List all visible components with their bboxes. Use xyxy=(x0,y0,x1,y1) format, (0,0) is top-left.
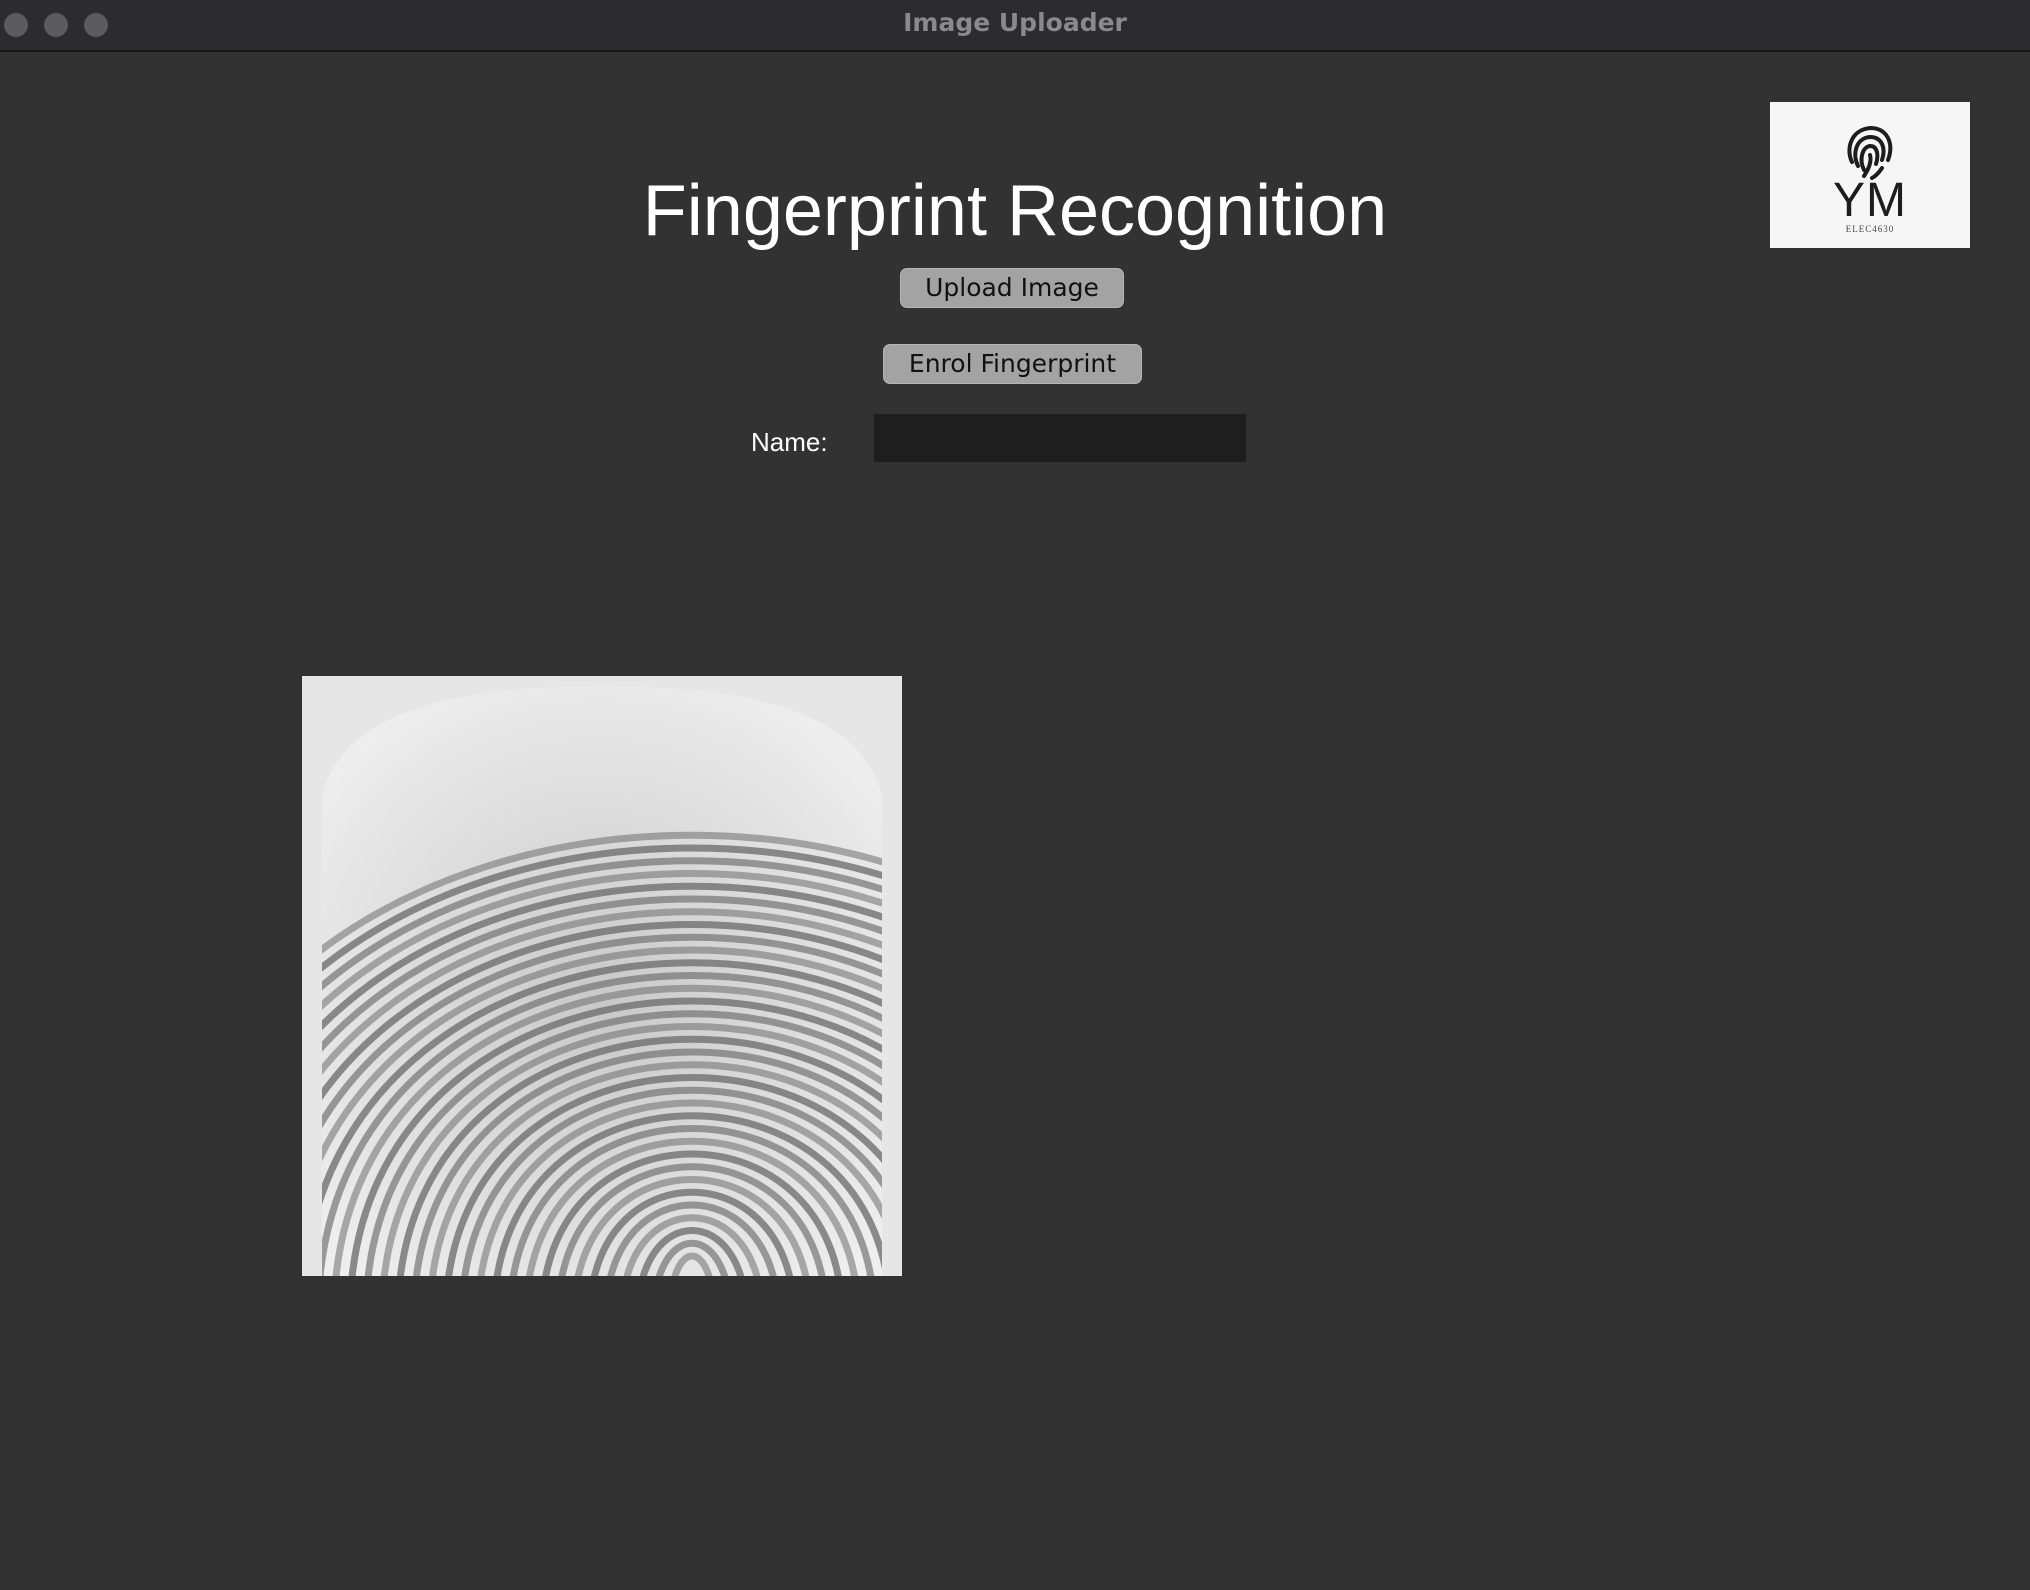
app-window: Image Uploader YM ELEC4630 Fingerprint R… xyxy=(0,0,2030,1590)
upload-image-button[interactable]: Upload Image xyxy=(900,268,1124,308)
fingerprint-image xyxy=(302,676,902,1276)
main-content: YM ELEC4630 Fingerprint Recognition Uplo… xyxy=(0,52,2030,1590)
title-bar[interactable]: Image Uploader xyxy=(0,0,2030,52)
window-title: Image Uploader xyxy=(903,8,1127,37)
name-input[interactable] xyxy=(874,414,1246,462)
page-title: Fingerprint Recognition xyxy=(642,171,1388,251)
name-label: Name: xyxy=(751,427,828,457)
enrol-fingerprint-button[interactable]: Enrol Fingerprint xyxy=(883,344,1142,384)
